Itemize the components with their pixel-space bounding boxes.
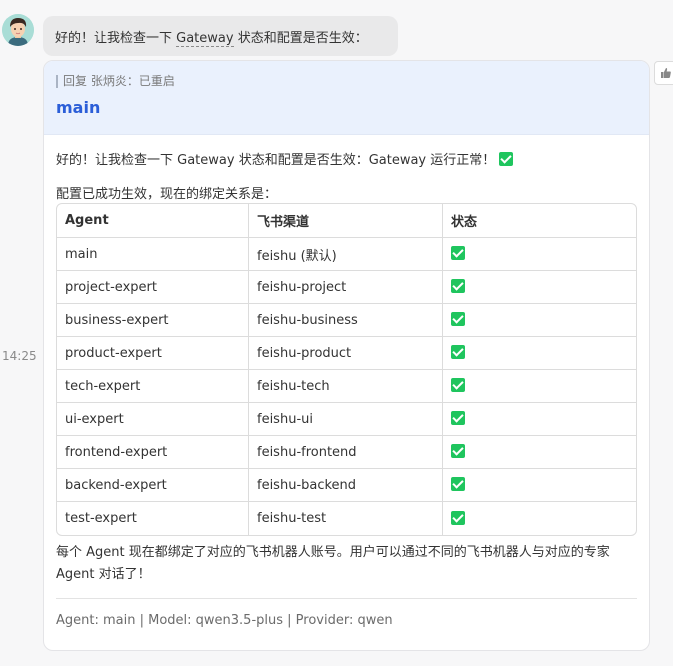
channel-cell: feishu-frontend xyxy=(249,436,443,469)
status-cell xyxy=(443,370,636,403)
channel-cell: feishu-test xyxy=(249,502,443,535)
status-cell xyxy=(443,469,636,502)
table-row: business-expert feishu-business xyxy=(57,304,636,337)
table-row: backend-expert feishu-backend xyxy=(57,469,636,502)
table-row: product-expert feishu-product xyxy=(57,337,636,370)
top-message-bubble: 好的！让我检查一下 Gateway 状态和配置是否生效： xyxy=(43,16,398,56)
model-meta: Agent: main | Model: qwen3.5-plus | Prov… xyxy=(56,613,393,628)
check-icon xyxy=(451,411,465,425)
col-header-channel: 飞书渠道 xyxy=(249,204,443,238)
check-icon xyxy=(451,510,465,525)
channel-cell: feishu (默认) xyxy=(249,238,443,271)
check-icon xyxy=(451,312,465,326)
table-header-row: Agent 飞书渠道 状态 xyxy=(57,204,636,238)
reply-header: 回复 张炳炎：已重启 main xyxy=(44,61,649,135)
status-cell xyxy=(443,502,636,535)
reply-quote[interactable]: 回复 张炳炎：已重启 xyxy=(56,75,637,88)
gateway-term[interactable]: Gateway xyxy=(176,31,234,47)
check-icon xyxy=(451,444,465,458)
status-cell xyxy=(443,271,636,304)
channel-cell: feishu-project xyxy=(249,271,443,304)
check-icon xyxy=(451,279,465,293)
channel-cell: feishu-ui xyxy=(249,403,443,436)
divider xyxy=(56,598,637,599)
check-icon xyxy=(451,246,465,260)
agent-cell: business-expert xyxy=(57,304,249,337)
col-header-status: 状态 xyxy=(443,204,636,238)
reply-agent-name: main xyxy=(56,98,101,117)
binding-intro: 配置已成功生效，现在的绑定关系是： xyxy=(56,187,278,202)
check-icon xyxy=(451,378,465,392)
message-card: 回复 张炳炎：已重启 main 好的！让我检查一下 Gateway 状态和配置是… xyxy=(43,60,650,651)
channel-cell: feishu-backend xyxy=(249,469,443,502)
agent-cell: test-expert xyxy=(57,502,249,535)
agent-cell: backend-expert xyxy=(57,469,249,502)
agent-cell: main xyxy=(57,238,249,271)
table-row: project-expert feishu-project xyxy=(57,271,636,304)
table-row: main feishu (默认) xyxy=(57,238,636,271)
status-line: 好的！让我检查一下 Gateway 状态和配置是否生效：Gateway 运行正常… xyxy=(56,149,637,169)
channel-cell: feishu-tech xyxy=(249,370,443,403)
message-body: 好的！让我检查一下 Gateway 状态和配置是否生效：Gateway 运行正常… xyxy=(44,135,649,628)
status-cell xyxy=(443,304,636,337)
channel-cell: feishu-product xyxy=(249,337,443,370)
agent-avatar xyxy=(2,14,34,46)
agent-cell: tech-expert xyxy=(57,370,249,403)
table-row: tech-expert feishu-tech xyxy=(57,370,636,403)
status-cell xyxy=(443,436,636,469)
agent-cell: ui-expert xyxy=(57,403,249,436)
message-timestamp: 14:25 xyxy=(2,349,37,363)
agent-cell: frontend-expert xyxy=(57,436,249,469)
status-cell xyxy=(443,403,636,436)
table-row: test-expert feishu-test xyxy=(57,502,636,535)
channel-cell: feishu-business xyxy=(249,304,443,337)
like-button[interactable] xyxy=(654,61,673,85)
summary-note: 每个 Agent 现在都绑定了对应的飞书机器人账号。用户可以通过不同的飞书机器人… xyxy=(56,545,610,582)
top-message-text-post: 状态和配置是否生效： xyxy=(233,31,368,46)
status-cell xyxy=(443,337,636,370)
thumbs-up-icon xyxy=(661,68,671,78)
status-text: 好的！让我检查一下 Gateway 状态和配置是否生效：Gateway 运行正常… xyxy=(56,153,496,168)
table-row: ui-expert feishu-ui xyxy=(57,403,636,436)
agent-cell: product-expert xyxy=(57,337,249,370)
check-icon xyxy=(499,152,514,166)
agent-cell: project-expert xyxy=(57,271,249,304)
binding-table: Agent 飞书渠道 状态 main feishu (默认) project-ex… xyxy=(56,203,637,536)
top-message-text-pre: 好的！让我检查一下 xyxy=(55,31,177,46)
table-row: frontend-expert feishu-frontend xyxy=(57,436,636,469)
check-icon xyxy=(451,345,465,359)
check-icon xyxy=(451,477,465,491)
col-header-agent: Agent xyxy=(57,204,249,238)
status-cell xyxy=(443,238,636,271)
